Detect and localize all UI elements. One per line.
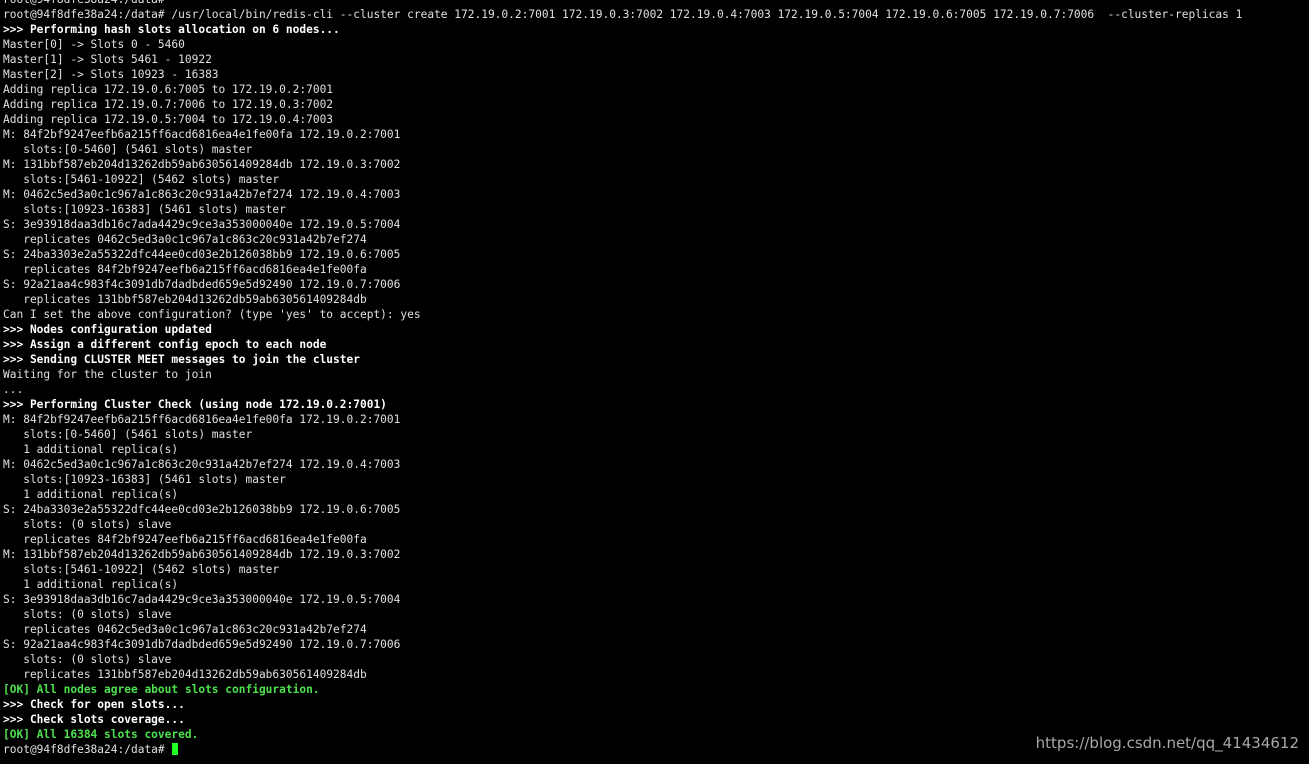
terminal-line: S: 24ba3303e2a55322dfc44ee0cd03e2b126038… (3, 248, 401, 261)
terminal-line: M: 0462c5ed3a0c1c967a1c863c20c931a42b7ef… (3, 458, 401, 471)
watermark: https://blog.csdn.net/qq_41434612 (1035, 734, 1299, 752)
terminal-line: >>> Check slots coverage... (3, 713, 185, 726)
terminal-line: replicates 84f2bf9247eefb6a215ff6acd6816… (3, 263, 367, 276)
terminal-line: M: 84f2bf9247eefb6a215ff6acd6816ea4e1fe0… (3, 128, 401, 141)
terminal-line: S: 24ba3303e2a55322dfc44ee0cd03e2b126038… (3, 503, 401, 516)
terminal-line: >>> Nodes configuration updated (3, 323, 212, 336)
terminal-line: replicates 0462c5ed3a0c1c967a1c863c20c93… (3, 623, 367, 636)
terminal-output: root@94f8dfe38a24:/data#root@94f8dfe38a2… (3, 0, 1309, 757)
terminal-line: Master[2] -> Slots 10923 - 16383 (3, 68, 219, 81)
terminal-line: >>> Sending CLUSTER MEET messages to joi… (3, 353, 360, 366)
terminal-line: slots: (0 slots) slave (3, 653, 172, 666)
terminal-window[interactable]: root@94f8dfe38a24:/data#root@94f8dfe38a2… (0, 0, 1309, 764)
terminal-line: Adding replica 172.19.0.7:7006 to 172.19… (3, 98, 334, 111)
terminal-line: S: 92a21aa4c983f4c3091db7dadbded659e5d92… (3, 278, 401, 291)
terminal-line: >>> Performing hash slots allocation on … (3, 23, 340, 36)
terminal-line: Master[0] -> Slots 0 - 5460 (3, 38, 185, 51)
text-cursor (172, 743, 179, 755)
terminal-line: 1 additional replica(s) (3, 488, 179, 501)
terminal-line: >>> Check for open slots... (3, 698, 185, 711)
terminal-line: slots:[0-5460] (5461 slots) master (3, 428, 253, 441)
prompt-text: root@94f8dfe38a24:/data# (3, 743, 165, 756)
terminal-line: Can I set the above configuration? (type… (3, 308, 421, 321)
terminal-line: 1 additional replica(s) (3, 578, 179, 591)
terminal-line: slots:[10923-16383] (5461 slots) master (3, 203, 286, 216)
terminal-line: replicates 131bbf587eb204d13262db59ab630… (3, 668, 367, 681)
terminal-line: M: 84f2bf9247eefb6a215ff6acd6816ea4e1fe0… (3, 413, 401, 426)
terminal-line: replicates 131bbf587eb204d13262db59ab630… (3, 293, 367, 306)
terminal-line: slots: (0 slots) slave (3, 608, 172, 621)
terminal-line: Adding replica 172.19.0.6:7005 to 172.19… (3, 83, 334, 96)
terminal-line: S: 3e93918daa3db16c7ada4429c9ce3a3530000… (3, 593, 401, 606)
terminal-line: ... (3, 383, 24, 396)
terminal-line: Master[1] -> Slots 5461 - 10922 (3, 53, 212, 66)
terminal-line: slots:[5461-10922] (5462 slots) master (3, 173, 280, 186)
terminal-line: M: 131bbf587eb204d13262db59ab63056140928… (3, 548, 401, 561)
terminal-line: Adding replica 172.19.0.5:7004 to 172.19… (3, 113, 334, 126)
terminal-line: slots:[5461-10922] (5462 slots) master (3, 563, 280, 576)
terminal-line: >>> Performing Cluster Check (using node… (3, 398, 387, 411)
terminal-line: Waiting for the cluster to join (3, 368, 212, 381)
terminal-line: root@94f8dfe38a24:/data# /usr/local/bin/… (3, 8, 1243, 21)
terminal-line: slots:[10923-16383] (5461 slots) master (3, 473, 286, 486)
terminal-line: replicates 84f2bf9247eefb6a215ff6acd6816… (3, 533, 367, 546)
terminal-line: S: 3e93918daa3db16c7ada4429c9ce3a3530000… (3, 218, 401, 231)
terminal-line: S: 92a21aa4c983f4c3091db7dadbded659e5d92… (3, 638, 401, 651)
terminal-line: [OK] All nodes agree about slots configu… (3, 683, 320, 696)
terminal-line: >>> Assign a different config epoch to e… (3, 338, 327, 351)
terminal-line: M: 131bbf587eb204d13262db59ab63056140928… (3, 158, 401, 171)
terminal-line: root@94f8dfe38a24:/data# (3, 0, 1309, 7)
terminal-line: 1 additional replica(s) (3, 443, 179, 456)
terminal-line: slots: (0 slots) slave (3, 518, 172, 531)
terminal-line: replicates 0462c5ed3a0c1c967a1c863c20c93… (3, 233, 367, 246)
terminal-line: M: 0462c5ed3a0c1c967a1c863c20c931a42b7ef… (3, 188, 401, 201)
terminal-line: slots:[0-5460] (5461 slots) master (3, 143, 253, 156)
